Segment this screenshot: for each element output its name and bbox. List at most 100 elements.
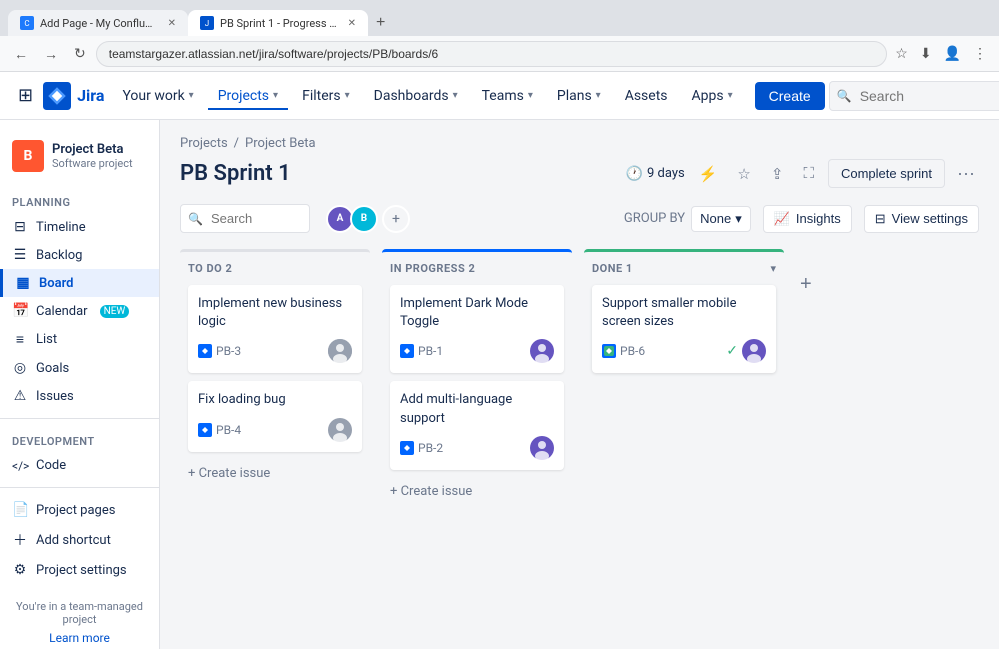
card-pb2[interactable]: Add multi-language support PB-2 — [390, 381, 564, 469]
browser-tabs: C Add Page - My Confluence P... ✕ J PB S… — [8, 0, 965, 36]
sidebar-item-code[interactable]: </> Code — [0, 452, 159, 479]
insights-chart-icon: 📈 — [774, 211, 790, 227]
column-inprogress-header: IN PROGRESS 2 — [390, 262, 564, 275]
menu-button[interactable]: ⋮ — [969, 41, 991, 66]
jira-tab-close[interactable]: ✕ — [348, 18, 356, 29]
complete-sprint-button[interactable]: Complete sprint — [828, 159, 945, 188]
column-done-chevron[interactable]: ▾ — [770, 262, 776, 275]
project-type: Software project — [52, 157, 133, 170]
browser-tab-jira[interactable]: J PB Sprint 1 - Progress Board ✕ — [188, 10, 368, 36]
new-tab-button[interactable]: + — [368, 10, 393, 36]
sidebar-item-list[interactable]: ≡ List — [0, 325, 159, 354]
jira-tab-icon: J — [200, 16, 214, 30]
refresh-button[interactable]: ↻ — [68, 41, 92, 66]
projects-nav[interactable]: Projects ▾ — [208, 82, 288, 110]
sidebar-item-add-shortcut[interactable]: ＋ Add shortcut — [0, 524, 159, 556]
group-by-select[interactable]: None ▾ — [691, 206, 751, 232]
sidebar-item-project-settings[interactable]: ⚙ Project settings — [0, 556, 159, 584]
browser-tab-confluence[interactable]: C Add Page - My Confluence P... ✕ — [8, 10, 188, 36]
development-section-label: DEVELOPMENT — [0, 427, 159, 452]
card-pb1-type-icon — [400, 344, 414, 358]
sidebar-item-calendar[interactable]: 📅 Calendar NEW — [0, 297, 159, 325]
card-pb4-title: Fix loading bug — [198, 391, 352, 409]
forward-button[interactable]: → — [38, 42, 64, 66]
view-settings-button[interactable]: ⊟ View settings — [864, 205, 979, 233]
column-todo-title: TO DO 2 — [188, 262, 232, 275]
breadcrumb-projects[interactable]: Projects — [180, 136, 228, 151]
column-todo: TO DO 2 Implement new business logic PB-… — [180, 249, 370, 549]
breadcrumb-sep1: / — [234, 136, 239, 151]
download-button[interactable]: ⬇ — [916, 41, 936, 66]
dashboards-chevron: ▾ — [453, 90, 458, 101]
card-pb1-footer: PB-1 — [400, 339, 554, 363]
sidebar-item-goals[interactable]: ◎ Goals — [0, 354, 159, 382]
card-pb4-type-icon — [198, 423, 212, 437]
address-bar[interactable] — [96, 41, 888, 67]
create-button[interactable]: Create — [755, 82, 825, 110]
column-inprogress: IN PROGRESS 2 Implement Dark Mode Toggle… — [382, 249, 572, 549]
card-pb4-issue-id: PB-4 — [216, 423, 241, 437]
sidebar-item-board[interactable]: ▦ Board — [0, 269, 159, 297]
sprint-more-button[interactable]: ··· — [953, 159, 979, 188]
confluence-tab-label: Add Page - My Confluence P... — [40, 17, 158, 30]
card-pb4[interactable]: Fix loading bug PB-4 — [188, 381, 362, 451]
share-button[interactable]: ⇪ — [765, 161, 790, 187]
star-button[interactable]: ☆ — [731, 161, 756, 187]
confluence-tab-close[interactable]: ✕ — [168, 18, 176, 29]
lightning-button[interactable]: ⚡ — [693, 161, 724, 187]
card-pb6-type-icon — [602, 344, 616, 358]
card-pb6[interactable]: Support smaller mobile screen sizes PB-6… — [592, 285, 776, 373]
project-name: Project Beta — [52, 142, 133, 157]
nav-search-icon: 🔍 — [837, 89, 852, 103]
card-pb6-check-icon: ✓ — [726, 343, 738, 359]
learn-more-link[interactable]: Learn more — [49, 631, 110, 645]
goals-icon: ◎ — [12, 360, 28, 376]
issues-label: Issues — [36, 389, 74, 404]
card-pb3[interactable]: Implement new business logic PB-3 — [188, 285, 362, 373]
add-column-button[interactable]: + — [796, 269, 816, 300]
card-pb2-type-icon — [400, 441, 414, 455]
card-pb4-avatar — [328, 418, 352, 442]
card-pb4-id: PB-4 — [198, 423, 241, 437]
card-pb6-footer: PB-6 ✓ — [602, 339, 766, 363]
fullscreen-button[interactable]: ⛶ — [797, 161, 820, 186]
sidebar-item-issues[interactable]: ⚠ Issues — [0, 382, 159, 410]
nav-search-area: 🔍 — [829, 81, 999, 111]
plans-nav[interactable]: Plans ▾ — [547, 82, 611, 110]
card-pb1-id: PB-1 — [400, 344, 443, 358]
filters-chevron: ▾ — [345, 90, 350, 101]
sidebar-item-backlog[interactable]: ☰ Backlog — [0, 241, 159, 269]
sidebar-item-timeline[interactable]: ⊟ Timeline — [0, 213, 159, 241]
confluence-tab-icon: C — [20, 16, 34, 30]
sprint-title: PB Sprint 1 — [180, 161, 291, 186]
avatar-2[interactable]: B — [350, 205, 378, 233]
card-pb3-title: Implement new business logic — [198, 295, 352, 331]
plans-chevron: ▾ — [596, 90, 601, 101]
insights-label: Insights — [796, 211, 841, 226]
your-work-nav[interactable]: Your work ▾ — [112, 82, 203, 110]
group-by-value: None — [700, 211, 731, 226]
add-issue-todo[interactable]: + Create issue — [188, 460, 362, 487]
profile-button[interactable]: 👤 — [940, 41, 965, 66]
card-pb1-issue-id: PB-1 — [418, 344, 443, 358]
grid-button[interactable]: ⊞ — [12, 79, 39, 112]
card-pb2-issue-id: PB-2 — [418, 441, 443, 455]
add-people-button[interactable]: + — [382, 205, 410, 233]
project-settings-icon: ⚙ — [12, 562, 28, 578]
bookmark-button[interactable]: ☆ — [891, 41, 912, 66]
jira-logo-svg — [43, 82, 71, 110]
back-button[interactable]: ← — [8, 42, 34, 66]
card-pb1[interactable]: Implement Dark Mode Toggle PB-1 — [390, 285, 564, 373]
card-pb2-title: Add multi-language support — [400, 391, 554, 427]
breadcrumb-project[interactable]: Project Beta — [245, 136, 316, 151]
assets-nav[interactable]: Assets — [615, 82, 678, 110]
nav-search-input[interactable] — [829, 81, 999, 111]
apps-nav[interactable]: Apps ▾ — [682, 82, 743, 110]
insights-button[interactable]: 📈 Insights — [763, 205, 852, 233]
add-issue-inprogress[interactable]: + Create issue — [390, 478, 564, 505]
main-layout: B Project Beta Software project PLANNING… — [0, 120, 999, 649]
filters-nav[interactable]: Filters ▾ — [292, 82, 360, 110]
teams-nav[interactable]: Teams ▾ — [472, 82, 543, 110]
dashboards-nav[interactable]: Dashboards ▾ — [364, 82, 468, 110]
sidebar-item-project-pages[interactable]: 📄 Project pages — [0, 496, 159, 524]
